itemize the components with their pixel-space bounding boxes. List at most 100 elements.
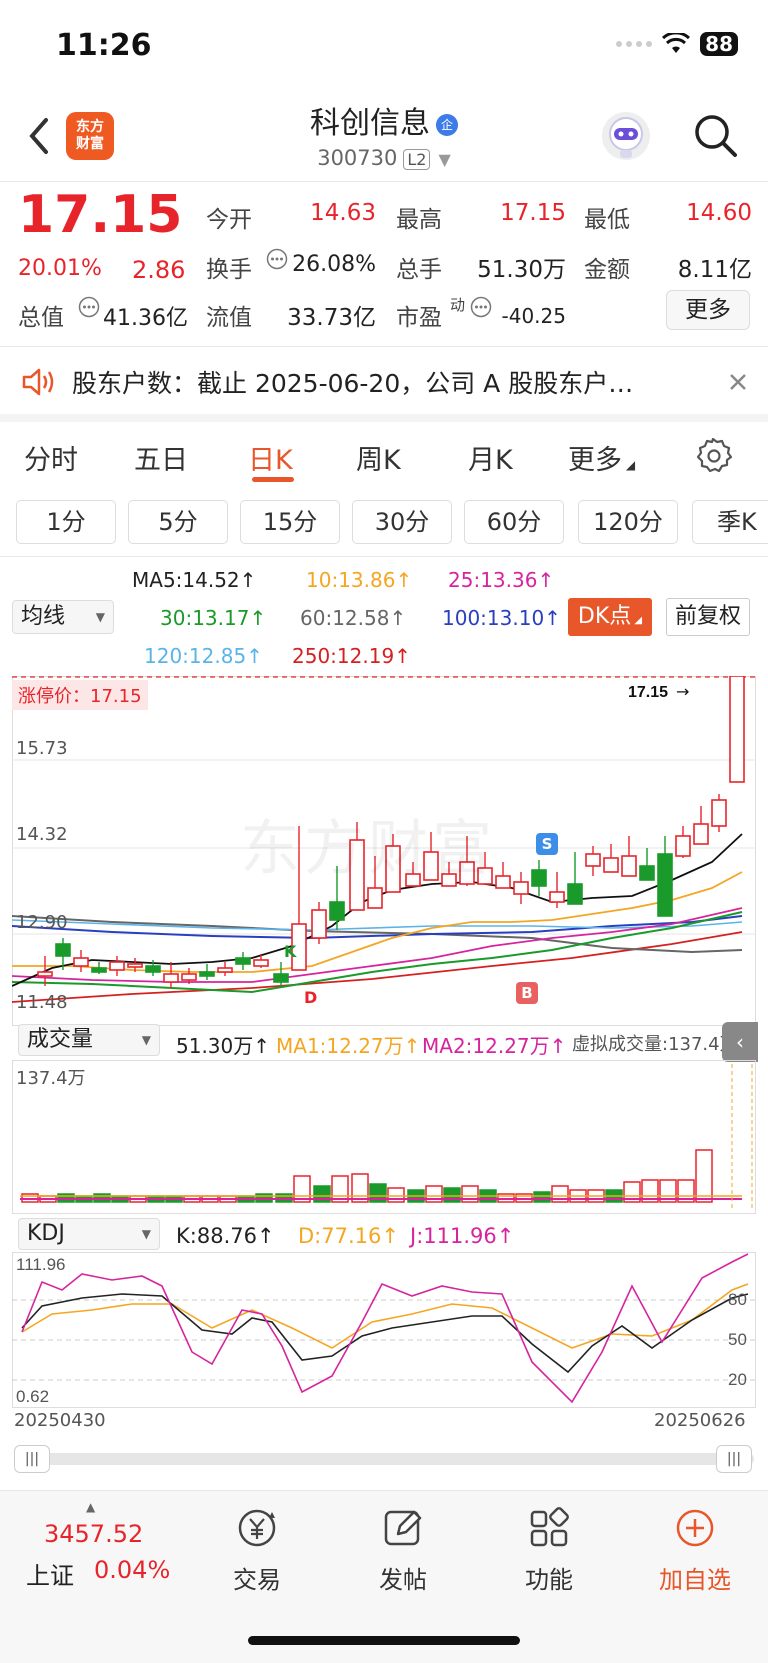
candle	[621, 855, 637, 877]
period-30min-button[interactable]: 30分	[352, 500, 452, 544]
index-value[interactable]: 3457.52	[44, 1520, 143, 1548]
kdj-level-label: 50	[728, 1330, 747, 1349]
period-1min-button[interactable]: 1分	[16, 500, 116, 544]
kdj-indicator-selector[interactable]: KDJ ▼	[18, 1218, 160, 1250]
volume-bar	[533, 1191, 551, 1203]
volume-chart[interactable]	[12, 1060, 756, 1214]
candle	[585, 853, 601, 867]
kdj-chart[interactable]: 111.96 0.62 80 50 20	[12, 1252, 756, 1408]
kdj-k-label: K:88.76↑	[176, 1224, 275, 1248]
svg-text:→: →	[676, 682, 689, 701]
info-dots-icon[interactable]	[470, 296, 492, 318]
robot-assistant-icon[interactable]	[602, 112, 650, 160]
dropdown-arrow-icon: ▼	[95, 610, 105, 624]
stat-label: 换手	[206, 257, 252, 283]
more-stats-button[interactable]: 更多	[666, 290, 750, 330]
plus-circle-icon	[676, 1509, 714, 1547]
ma60-label: 60:12.58↑	[300, 606, 407, 630]
tab-monthly-k[interactable]: 月K	[468, 438, 513, 477]
stock-detail-screen: 11:26 88 东方 财富 科创信息企 300730 L2 ▼ 17.15 20.0…	[0, 0, 768, 1663]
triangle-up-icon: ▲	[86, 1500, 96, 1514]
candle	[253, 959, 269, 967]
enterprise-badge-icon: 企	[436, 113, 458, 136]
add-watchlist-button[interactable]: 加自选	[640, 1506, 750, 1595]
functions-button[interactable]: 功能	[494, 1506, 604, 1595]
add-watchlist-label: 加自选	[659, 1566, 731, 1594]
index-name[interactable]: 上证	[26, 1556, 74, 1591]
range-right-handle[interactable]: |||	[716, 1445, 752, 1473]
candle	[367, 887, 383, 909]
chevron-down-icon: ▼	[438, 150, 451, 169]
kdj-top-label: 111.96	[16, 1255, 65, 1274]
candle	[217, 967, 233, 973]
stat-value: 14.63	[310, 200, 376, 226]
post-button[interactable]: 发帖	[348, 1506, 458, 1595]
candle	[693, 823, 709, 845]
ma250-label: 250:12.19↑	[292, 644, 411, 668]
dk-point-button[interactable]: DK点 ◢	[568, 598, 652, 636]
period-quarter-k-button[interactable]: 季K	[692, 500, 768, 544]
candle	[235, 957, 251, 965]
gear-icon[interactable]	[694, 436, 732, 474]
candle	[711, 799, 727, 827]
stat-value: 17.15	[500, 200, 566, 226]
dropdown-arrow-icon: ▼	[141, 1227, 151, 1241]
current-price: 17.15	[18, 185, 183, 245]
candle	[603, 857, 619, 873]
functions-label: 功能	[525, 1566, 573, 1594]
range-slider-track[interactable]	[14, 1453, 754, 1465]
collapse-panel-icon[interactable]: ‹	[722, 1022, 758, 1062]
y-axis-label: 15.73	[16, 738, 68, 759]
battery-indicator: 88	[700, 32, 738, 56]
stock-code-row[interactable]: 300730 L2 ▼	[0, 146, 768, 170]
trade-button[interactable]: 交易	[202, 1506, 312, 1595]
tab-more[interactable]: 更多 ◢	[568, 438, 635, 477]
stat-value: 41.36亿	[103, 306, 188, 331]
candle	[567, 883, 583, 905]
stat-label: 最低	[584, 207, 630, 233]
volume-ma2-label: MA2:12.27万↑	[422, 1034, 567, 1058]
candle	[549, 891, 565, 903]
tab-daily-k[interactable]: 日K	[248, 438, 293, 477]
status-icons: 88	[616, 32, 738, 56]
candle	[37, 971, 53, 977]
candle	[311, 909, 327, 939]
notice-text[interactable]: 股东户数：截止 2025-06-20，公司 A 股股东户…	[72, 364, 682, 400]
volume-indicator-selector[interactable]: 成交量 ▼	[18, 1024, 160, 1056]
search-icon[interactable]	[692, 112, 740, 160]
candle	[273, 973, 289, 983]
d-marker: D	[304, 988, 318, 1007]
triangle-icon: ◢	[622, 458, 636, 472]
period-5min-button[interactable]: 5分	[128, 500, 228, 544]
candle	[495, 875, 511, 889]
candle	[531, 869, 547, 887]
buy-signal-marker[interactable]: B	[516, 982, 538, 1004]
watermark: 东方财富	[240, 814, 496, 884]
change-percent: 20.01%	[18, 256, 102, 281]
sell-signal-marker[interactable]: S	[536, 833, 558, 855]
candle	[513, 881, 529, 895]
range-left-handle[interactable]: |||	[14, 1445, 50, 1473]
ma100-label: 100:13.10↑	[442, 606, 561, 630]
edit-icon	[384, 1510, 422, 1546]
stat-label: 流值	[206, 305, 252, 331]
period-60min-button[interactable]: 60分	[464, 500, 564, 544]
stat-value: 26.08%	[292, 252, 376, 277]
period-15min-button[interactable]: 15分	[240, 500, 340, 544]
info-dots-icon[interactable]	[266, 248, 288, 270]
tab-five-day[interactable]: 五日	[134, 438, 188, 477]
period-120min-button[interactable]: 120分	[578, 500, 678, 544]
forward-adjust-button[interactable]: 前复权	[666, 598, 750, 636]
close-icon[interactable]	[728, 372, 748, 392]
signal-icon	[616, 41, 653, 47]
ma30-label: 30:13.17↑	[160, 606, 267, 630]
dropdown-arrow-icon: ▼	[141, 1033, 151, 1047]
tab-weekly-k[interactable]: 周K	[356, 438, 401, 477]
tab-intraday[interactable]: 分时	[24, 438, 78, 477]
end-date-label: 20250626	[654, 1410, 746, 1431]
index-change[interactable]: 0.04%	[94, 1556, 170, 1584]
ma-selector[interactable]: 均线 ▼	[12, 600, 114, 634]
y-axis-label: 14.32	[16, 824, 68, 845]
stat-value: 51.30万	[477, 257, 566, 283]
level2-badge: L2	[403, 149, 431, 170]
